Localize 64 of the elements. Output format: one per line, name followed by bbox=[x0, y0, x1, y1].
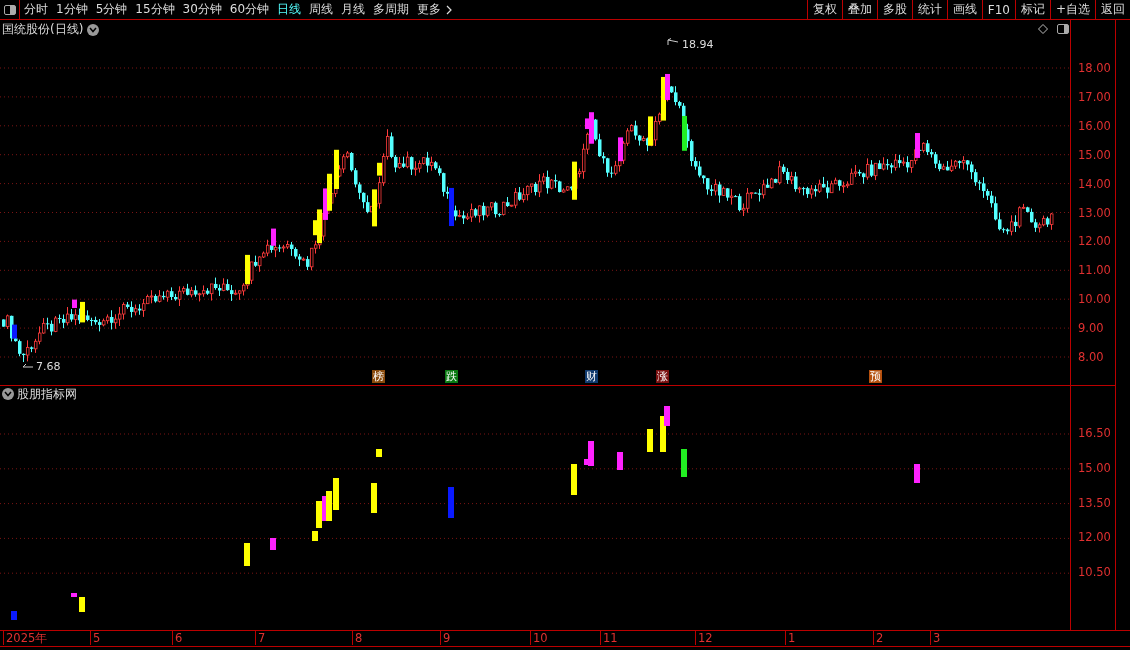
diamond-icon[interactable] bbox=[1038, 24, 1048, 34]
indicator-axis-label: 15.00 bbox=[1078, 460, 1111, 475]
indicator-axis-label: 16.50 bbox=[1078, 426, 1111, 440]
month-label: 2025年 bbox=[3, 631, 48, 645]
period-tab[interactable]: 60分钟 bbox=[225, 1, 274, 18]
toolbar-button[interactable]: 叠加 bbox=[841, 0, 877, 19]
month-label: 1 bbox=[785, 631, 796, 645]
event-tag[interactable]: 跌 bbox=[445, 370, 458, 383]
price-axis-label: 15.00 bbox=[1078, 147, 1111, 162]
price-axis-label: 17.00 bbox=[1078, 89, 1111, 104]
month-label: 6 bbox=[172, 631, 183, 645]
price-axis-label: 13.00 bbox=[1078, 205, 1111, 220]
toolbar-button[interactable]: 多股 bbox=[876, 0, 912, 19]
leader-line bbox=[22, 363, 34, 371]
period-tab[interactable]: 多周期 bbox=[369, 1, 414, 18]
toolbar-button[interactable]: 返回 bbox=[1095, 0, 1130, 19]
month-label: 8 bbox=[352, 631, 363, 645]
event-tag[interactable]: 涨 bbox=[656, 370, 669, 383]
chart-title: 国统股份(日线) bbox=[2, 21, 84, 38]
indicator-axis-label: 10.50 bbox=[1078, 565, 1111, 580]
toolbar-button[interactable]: 统计 bbox=[911, 0, 947, 19]
price-axis-label: 11.00 bbox=[1078, 263, 1111, 278]
toolbar-button[interactable]: 复权 bbox=[806, 0, 842, 19]
more-button[interactable]: 更多 bbox=[413, 1, 446, 18]
price-axis-label: 8.00 bbox=[1078, 350, 1104, 364]
month-label: 11 bbox=[600, 631, 618, 645]
event-tag[interactable]: 预 bbox=[869, 370, 882, 383]
toolbar-button[interactable]: 画线 bbox=[946, 0, 982, 19]
event-tag[interactable]: 财 bbox=[585, 370, 598, 383]
month-label: 12 bbox=[695, 631, 713, 645]
price-axis-label: 9.00 bbox=[1078, 321, 1104, 336]
indicator-title: 股朋指标网 bbox=[17, 386, 77, 403]
high-price-label: 18.94 bbox=[682, 38, 714, 51]
period-tab[interactable]: 月线 bbox=[337, 1, 370, 18]
month-label: 10 bbox=[530, 631, 548, 645]
price-axis-label: 16.00 bbox=[1078, 118, 1111, 133]
chevron-right-icon[interactable] bbox=[446, 4, 453, 15]
month-label: 9 bbox=[440, 631, 451, 645]
leader-line bbox=[667, 38, 679, 46]
indicator-axis-label: 12.00 bbox=[1078, 530, 1111, 545]
event-tag[interactable]: 榜 bbox=[372, 370, 385, 383]
period-tab[interactable]: 15分钟 bbox=[131, 1, 179, 18]
period-tab[interactable]: 1分钟 bbox=[52, 1, 92, 18]
month-label: 7 bbox=[255, 631, 266, 645]
period-tab[interactable]: 30分钟 bbox=[178, 1, 226, 18]
price-axis-label: 12.00 bbox=[1078, 234, 1111, 249]
chevron-down-icon[interactable] bbox=[87, 23, 100, 36]
price-axis-label: 10.00 bbox=[1078, 292, 1111, 307]
toolbar-button[interactable]: +自选 bbox=[1049, 0, 1095, 19]
toolbar-button[interactable]: F10 bbox=[981, 0, 1015, 19]
month-label: 2 bbox=[873, 631, 884, 645]
period-tab[interactable]: 周线 bbox=[305, 1, 338, 18]
low-price-label: 7.68 bbox=[36, 360, 61, 373]
period-tab[interactable]: 日线 bbox=[273, 1, 306, 18]
month-label: 3 bbox=[930, 631, 941, 645]
indicator-axis-label: 13.50 bbox=[1078, 495, 1111, 510]
price-axis-label: 14.00 bbox=[1078, 176, 1111, 191]
period-tab[interactable]: 5分钟 bbox=[91, 1, 132, 18]
month-label: 5 bbox=[90, 631, 101, 645]
toolbar-button[interactable]: 标记 bbox=[1014, 0, 1050, 19]
chevron-down-icon[interactable] bbox=[2, 388, 14, 400]
period-tab[interactable]: 分时 bbox=[20, 1, 52, 18]
price-axis-label: 18.00 bbox=[1078, 61, 1111, 75]
panel-toggle-icon[interactable] bbox=[1056, 23, 1070, 35]
